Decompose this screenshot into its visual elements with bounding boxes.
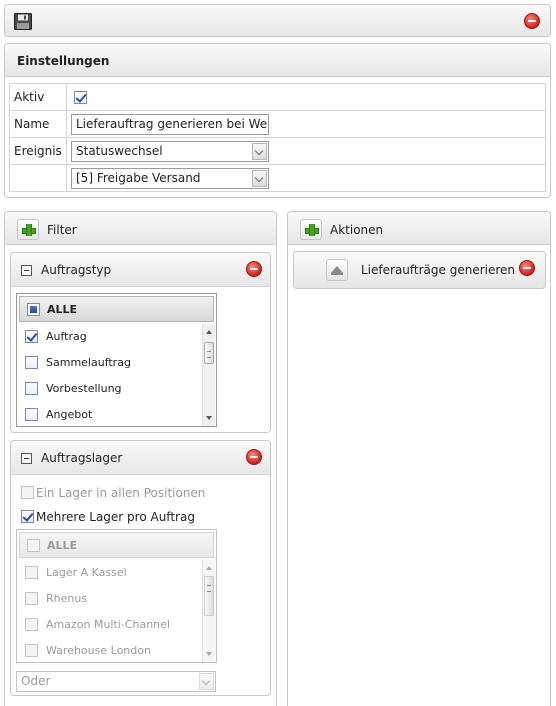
status-label-empty	[9, 164, 67, 192]
option-single-warehouse: Ein Lager in allen Positionen	[21, 486, 205, 500]
toolbar	[4, 4, 551, 37]
option-label: Ein Lager in allen Positionen	[36, 486, 206, 500]
item-label: Warehouse London	[46, 644, 151, 657]
item-label: Vorbestellung	[46, 382, 122, 395]
auftragslager-header: Auftragslager	[11, 441, 270, 475]
item-checkbox[interactable]	[25, 356, 38, 369]
collapse-icon[interactable]	[21, 265, 32, 276]
ereignis-label: Ereignis	[9, 137, 67, 165]
list-item[interactable]: Vorbestellung	[17, 376, 216, 402]
ereignis-select[interactable]: Statuswechsel	[71, 140, 269, 162]
auftragstyp-title: Auftragstyp	[41, 263, 112, 277]
scrollbar	[202, 560, 215, 662]
auftragslager-title: Auftragslager	[41, 451, 123, 465]
settings-title: Einstellungen	[17, 54, 110, 68]
aktiv-label: Aktiv	[9, 83, 67, 111]
list-header[interactable]: ALLE	[19, 296, 214, 322]
add-action-button[interactable]	[300, 219, 322, 240]
item-label: Rhenus	[46, 592, 88, 605]
item-label: Angebot	[46, 408, 93, 421]
status-value: [5] Freigabe Versand	[76, 170, 201, 185]
action-item: Lieferaufträge generieren	[293, 251, 546, 289]
auftragslager-filter: Auftragslager Ein Lager in allen Positio…	[10, 440, 271, 696]
chevron-down-icon	[199, 673, 214, 690]
ereignis-value: Statuswechsel	[76, 143, 163, 158]
list-header: ALLE	[19, 532, 214, 558]
auftragstyp-list: ALLE Auftrag Sammelauftrag Vorbestellung…	[16, 293, 217, 427]
item-checkbox[interactable]	[25, 330, 38, 343]
all-label: ALLE	[47, 303, 78, 316]
item-checkbox	[25, 618, 38, 631]
list-item: Amazon Multi-Channel	[17, 612, 216, 638]
auftragstyp-header: Auftragstyp	[11, 253, 270, 287]
operator-value: Oder	[21, 674, 51, 688]
add-filter-button[interactable]	[17, 219, 39, 240]
option-multi-warehouse[interactable]: Mehrere Lager pro Auftrag	[21, 510, 195, 524]
actions-header: Aktionen	[288, 212, 550, 245]
name-input[interactable]: Lieferauftrag generieren bei Wech	[71, 113, 269, 135]
lager-list: ALLE Lager A Kassel Rhenus Amazon Multi-…	[16, 529, 217, 663]
list-item[interactable]: Angebot	[17, 402, 216, 426]
auftragstyp-filter: Auftragstyp ALLE Auftrag Sammelauftrag V…	[10, 252, 271, 433]
delete-icon[interactable]	[524, 13, 540, 29]
item-label: Lager A Kassel	[46, 566, 127, 579]
option-label: Mehrere Lager pro Auftrag	[36, 510, 195, 524]
delete-icon[interactable]	[519, 260, 535, 276]
eject-icon[interactable]	[326, 259, 348, 281]
single-warehouse-checkbox	[21, 486, 34, 499]
select-all-checkbox[interactable]	[27, 303, 40, 316]
actions-title: Aktionen	[330, 223, 384, 237]
all-label: ALLE	[47, 539, 78, 552]
list-item[interactable]: Sammelauftrag	[17, 350, 216, 376]
item-label: Amazon Multi-Channel	[46, 618, 170, 631]
action-label: Lieferaufträge generieren	[361, 263, 516, 277]
list-item[interactable]: Auftrag	[17, 324, 216, 350]
item-label: Auftrag	[46, 330, 87, 343]
multi-warehouse-checkbox[interactable]	[21, 510, 34, 523]
scroll-down-icon[interactable]	[206, 416, 212, 420]
item-checkbox	[25, 592, 38, 605]
settings-form: Aktiv Name Lieferauftrag generieren bei …	[9, 83, 546, 192]
item-label: Sammelauftrag	[46, 356, 131, 369]
list-item: Lager A Kassel	[17, 560, 216, 586]
filter-header: Filter	[5, 212, 276, 245]
delete-icon[interactable]	[246, 261, 262, 277]
chevron-down-icon[interactable]	[252, 142, 267, 160]
item-checkbox[interactable]	[25, 382, 38, 395]
chevron-down-icon[interactable]	[252, 169, 267, 187]
scroll-up-icon[interactable]	[206, 330, 212, 334]
filter-title: Filter	[47, 223, 77, 237]
scroll-thumb[interactable]	[204, 342, 214, 364]
settings-panel: Einstellungen Aktiv Name Lieferauftrag g…	[4, 43, 551, 198]
scroll-thumb	[204, 576, 214, 616]
delete-icon[interactable]	[246, 449, 262, 465]
name-label: Name	[9, 110, 67, 138]
aktiv-checkbox[interactable]	[74, 91, 87, 104]
scrollbar[interactable]	[202, 324, 215, 426]
item-checkbox	[25, 644, 38, 657]
list-item: Rhenus	[17, 586, 216, 612]
list-item: Warehouse London	[17, 638, 216, 662]
select-all-checkbox	[27, 539, 40, 552]
scroll-up-icon	[206, 566, 212, 570]
save-icon[interactable]	[14, 13, 32, 30]
item-checkbox[interactable]	[25, 408, 38, 421]
collapse-icon[interactable]	[21, 453, 32, 464]
operator-select: Oder	[16, 671, 216, 692]
item-checkbox	[25, 566, 38, 579]
settings-header: Einstellungen	[5, 44, 550, 77]
scroll-down-icon	[206, 652, 212, 656]
status-select[interactable]: [5] Freigabe Versand	[71, 167, 269, 189]
